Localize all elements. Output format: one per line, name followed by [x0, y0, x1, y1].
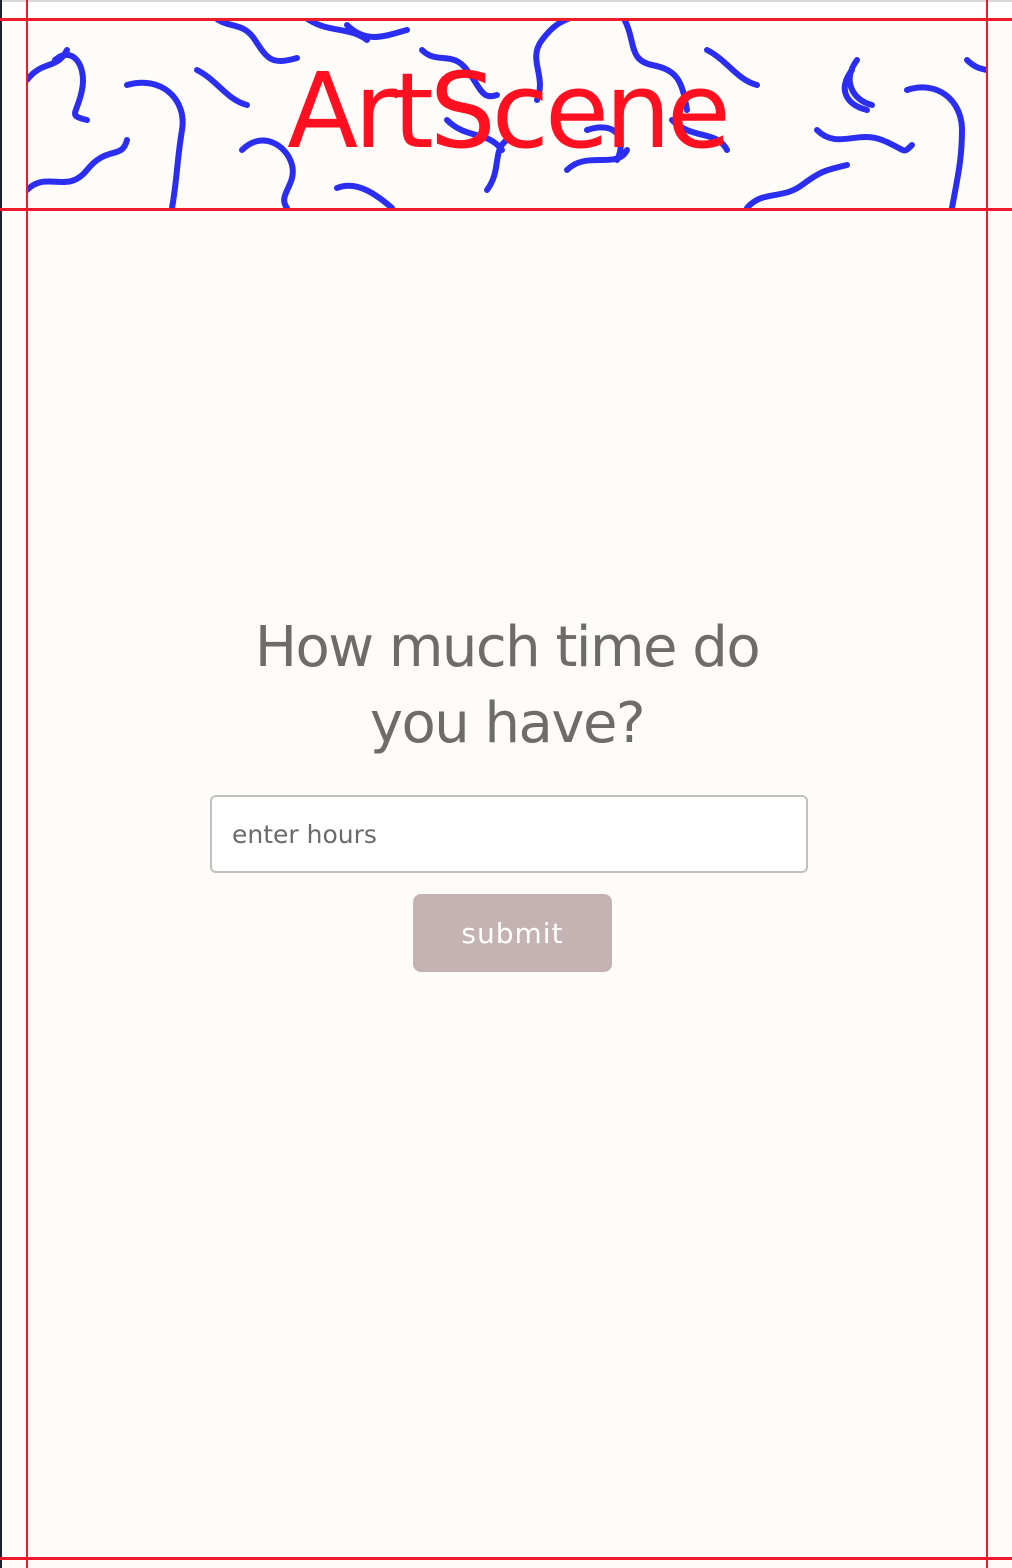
header-banner: ArtScene	[27, 20, 987, 208]
main-content: How much time do you have? submit	[27, 210, 987, 1558]
submit-button[interactable]: submit	[413, 894, 612, 972]
hours-input[interactable]	[210, 795, 808, 873]
layout-guide-left	[26, 0, 28, 1568]
layout-guide-page-bottom	[0, 1557, 1012, 1560]
app-page: ArtScene How much time do you have? subm…	[0, 0, 1012, 1568]
layout-guide-header-top	[0, 18, 1012, 21]
browser-top-strip	[0, 0, 1012, 18]
time-question-heading: How much time do you have?	[254, 615, 761, 756]
window-left-edge	[0, 0, 2, 1568]
artscene-logo[interactable]: ArtScene	[27, 20, 987, 208]
layout-guide-header-bottom	[0, 208, 1012, 211]
layout-guide-right	[986, 0, 988, 1568]
